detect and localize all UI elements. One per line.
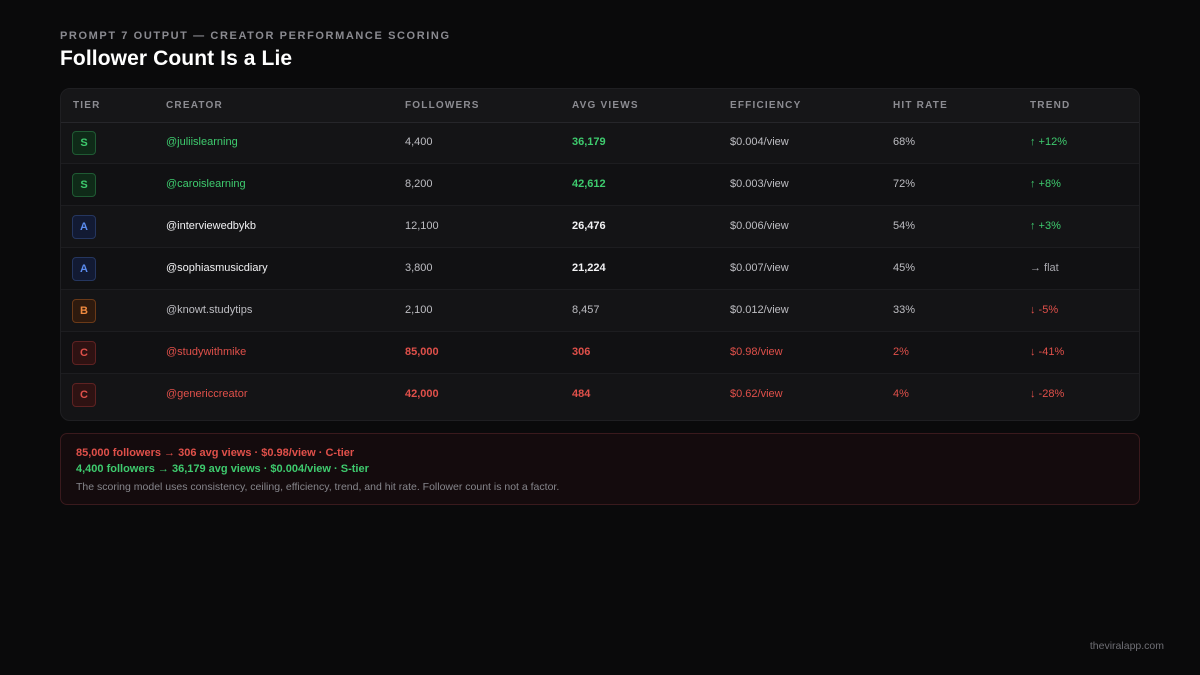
efficiency-value: $0.004/view xyxy=(730,136,789,148)
column-header-creator: CREATOR xyxy=(166,100,223,111)
creator-handle[interactable]: @caroislearning xyxy=(166,178,246,190)
efficiency-value: $0.98/view xyxy=(730,346,783,358)
efficiency-value: $0.006/view xyxy=(730,220,789,232)
followers-value: 42,000 xyxy=(405,388,439,400)
trend-value: ↓ -28% xyxy=(1030,388,1065,400)
callout-note: The scoring model uses consistency, ceil… xyxy=(76,481,560,493)
tier-badge: B xyxy=(72,299,96,323)
page-title: Follower Count Is a Lie xyxy=(60,47,293,70)
callout-bad-example: 85,000 followers → 306 avg views · $0.98… xyxy=(76,447,355,459)
efficiency-value: $0.007/view xyxy=(730,262,789,274)
creator-handle[interactable]: @studywithmike xyxy=(166,346,246,358)
followers-value: 3,800 xyxy=(405,262,433,274)
column-header-trend: TREND xyxy=(1030,100,1071,111)
efficiency-value: $0.62/view xyxy=(730,388,783,400)
table-row[interactable]: C @genericcreator 42,000 484 $0.62/view … xyxy=(61,374,1139,416)
column-header-efficiency: EFFICIENCY xyxy=(730,100,802,111)
tier-badge: C xyxy=(72,341,96,365)
eyebrow-label: PROMPT 7 OUTPUT — CREATOR PERFORMANCE SC… xyxy=(60,30,451,42)
tier-badge: C xyxy=(72,383,96,407)
followers-value: 2,100 xyxy=(405,304,433,316)
callout-good-example: 4,400 followers → 36,179 avg views · $0.… xyxy=(76,463,369,475)
trend-value: → flat xyxy=(1030,262,1059,274)
avg-views-value: 8,457 xyxy=(572,304,600,316)
column-header-hit-rate: HIT RATE xyxy=(893,100,948,111)
table-row[interactable]: A @sophiasmusicdiary 3,800 21,224 $0.007… xyxy=(61,248,1139,290)
followers-value: 4,400 xyxy=(405,136,433,148)
creator-handle[interactable]: @interviewedbykb xyxy=(166,220,256,232)
comparison-callout: 85,000 followers → 306 avg views · $0.98… xyxy=(60,433,1140,505)
table-row[interactable]: C @studywithmike 85,000 306 $0.98/view 2… xyxy=(61,332,1139,374)
creator-handle[interactable]: @genericcreator xyxy=(166,388,247,400)
efficiency-value: $0.003/view xyxy=(730,178,789,190)
trend-value: ↑ +8% xyxy=(1030,178,1061,190)
tier-badge: A xyxy=(72,215,96,239)
avg-views-value: 21,224 xyxy=(572,262,606,274)
avg-views-value: 26,476 xyxy=(572,220,606,232)
creator-handle[interactable]: @sophiasmusicdiary xyxy=(166,262,268,274)
avg-views-value: 42,612 xyxy=(572,178,606,190)
hit-rate-value: 33% xyxy=(893,304,916,316)
footer-brand: theviralapp.com xyxy=(1089,640,1164,652)
avg-views-value: 36,179 xyxy=(572,136,606,148)
hit-rate-value: 54% xyxy=(893,220,916,232)
table-header: TIER CREATOR FOLLOWERS AVG VIEWS EFFICIE… xyxy=(61,89,1139,123)
trend-value: ↓ -41% xyxy=(1030,346,1065,358)
followers-value: 12,100 xyxy=(405,220,439,232)
table-row[interactable]: B @knowt.studytips 2,100 8,457 $0.012/vi… xyxy=(61,290,1139,332)
hit-rate-value: 68% xyxy=(893,136,916,148)
followers-value: 85,000 xyxy=(405,346,439,358)
creator-handle[interactable]: @juliislearning xyxy=(166,136,238,148)
tier-badge: S xyxy=(72,173,96,197)
hit-rate-value: 45% xyxy=(893,262,916,274)
trend-value: ↓ -5% xyxy=(1030,304,1059,316)
column-header-tier: TIER xyxy=(73,100,101,111)
hit-rate-value: 4% xyxy=(893,388,909,400)
creator-handle[interactable]: @knowt.studytips xyxy=(166,304,252,316)
table-row[interactable]: A @interviewedbykb 12,100 26,476 $0.006/… xyxy=(61,206,1139,248)
column-header-avg-views: AVG VIEWS xyxy=(572,100,639,111)
hit-rate-value: 2% xyxy=(893,346,909,358)
efficiency-value: $0.012/view xyxy=(730,304,789,316)
table-row[interactable]: S @juliislearning 4,400 36,179 $0.004/vi… xyxy=(61,122,1139,164)
tier-badge: A xyxy=(72,257,96,281)
slide: PROMPT 7 OUTPUT — CREATOR PERFORMANCE SC… xyxy=(0,0,1200,675)
column-header-followers: FOLLOWERS xyxy=(405,100,480,111)
hit-rate-value: 72% xyxy=(893,178,916,190)
creator-scoring-table: TIER CREATOR FOLLOWERS AVG VIEWS EFFICIE… xyxy=(60,88,1140,421)
table-row[interactable]: S @caroislearning 8,200 42,612 $0.003/vi… xyxy=(61,164,1139,206)
avg-views-value: 306 xyxy=(572,346,591,358)
tier-badge: S xyxy=(72,131,96,155)
trend-value: ↑ +12% xyxy=(1030,136,1067,148)
followers-value: 8,200 xyxy=(405,178,433,190)
avg-views-value: 484 xyxy=(572,388,591,400)
trend-value: ↑ +3% xyxy=(1030,220,1061,232)
